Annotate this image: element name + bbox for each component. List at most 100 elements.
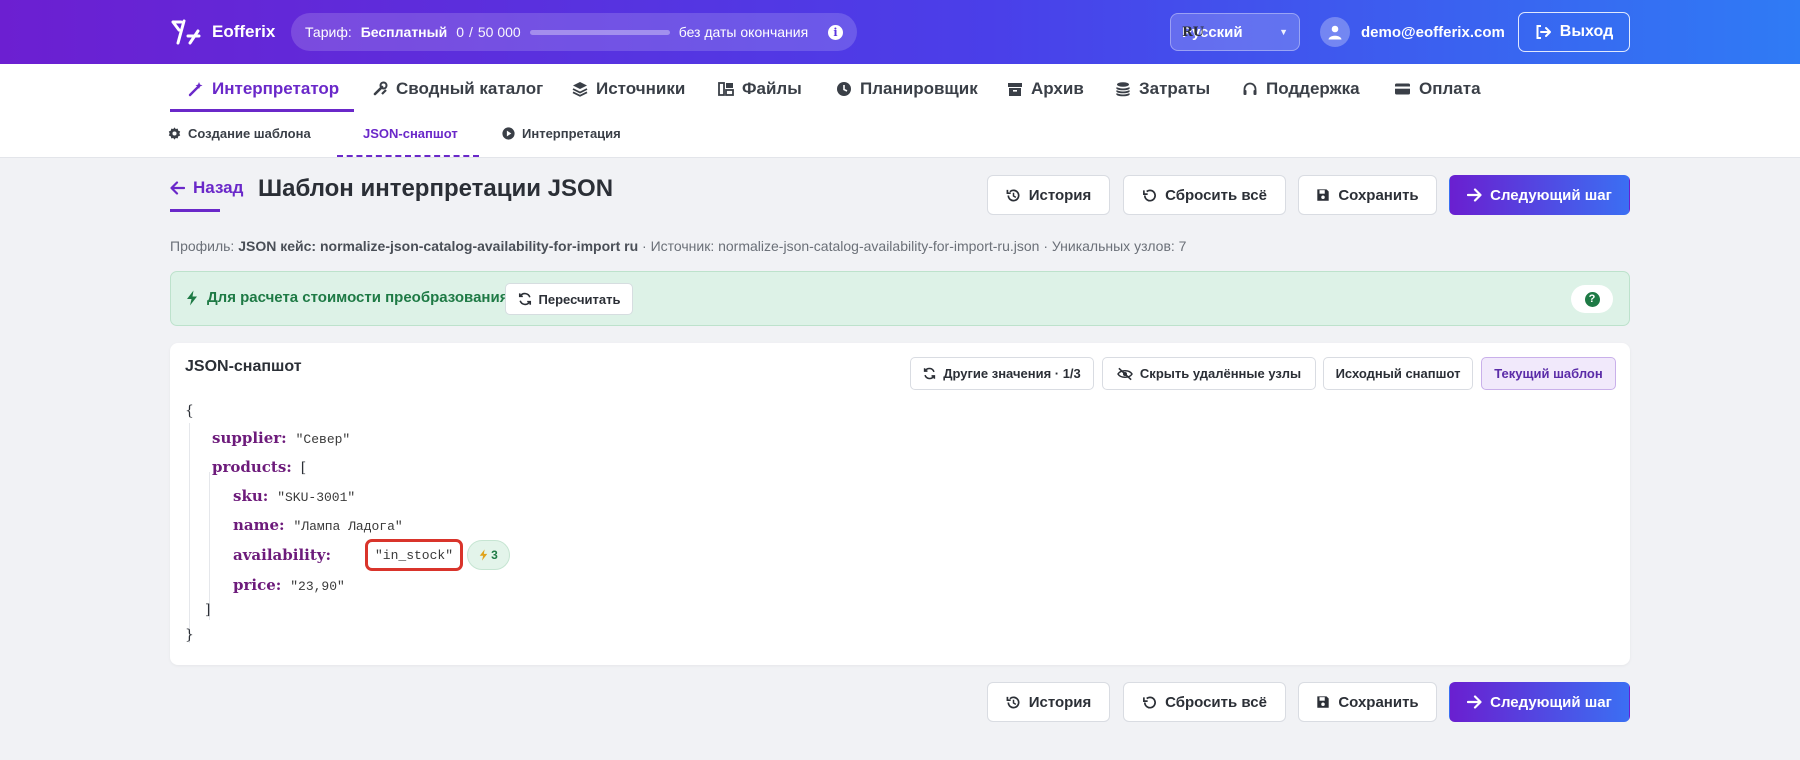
json-value[interactable]: "Лампа Ладога" — [293, 519, 402, 534]
nav-label: Поддержка — [1266, 78, 1360, 98]
reset-all-label: Сбросить всё — [1165, 693, 1267, 711]
nav-label: Источники — [596, 78, 686, 98]
nav-item-support[interactable]: Поддержка — [1242, 64, 1360, 113]
folders-icon — [718, 81, 734, 97]
undo-icon — [1142, 695, 1157, 710]
next-step-button[interactable]: Следующий шаг — [1449, 175, 1630, 215]
history-label: История — [1028, 693, 1092, 711]
history-button[interactable]: История — [987, 175, 1110, 215]
other-values-label: Другие значения · 1/3 — [943, 366, 1081, 381]
history-icon — [1006, 188, 1021, 203]
help-button[interactable]: ? — [1571, 285, 1613, 313]
nav-item-archive[interactable]: Архив — [1007, 64, 1084, 113]
history-label: История — [1028, 186, 1092, 204]
hide-deleted-nodes-button[interactable]: Скрыть удалённые узлы — [1102, 357, 1316, 390]
undo-icon — [1142, 188, 1157, 203]
reset-all-button-bottom[interactable]: Сбросить всё — [1123, 682, 1286, 722]
json-value[interactable]: "SKU-3001" — [277, 490, 355, 505]
profile-value: JSON кейс: normalize-json-catalog-availa… — [238, 238, 639, 254]
arrow-left-icon — [170, 181, 185, 195]
current-template-label: Текущий шаблон — [1494, 366, 1603, 381]
user-menu[interactable]: demo@eofferix.com — [1320, 17, 1505, 47]
tab-label: JSON-снапшот — [363, 126, 458, 141]
nav-item-sources[interactable]: Источники — [572, 64, 685, 113]
logout-icon — [1535, 24, 1552, 40]
cost-banner: Для расчета стоимости преобразования Пер… — [170, 271, 1630, 326]
save-icon — [1316, 695, 1330, 709]
tree-guide — [189, 423, 190, 643]
language-code: RU — [1182, 24, 1205, 40]
arrow-right-icon — [1467, 695, 1482, 709]
next-step-button-bottom[interactable]: Следующий шаг — [1449, 682, 1630, 722]
nav-item-costs[interactable]: Затраты — [1115, 64, 1210, 113]
archive-icon — [1007, 81, 1023, 97]
tariff-label: Тариф: — [305, 24, 352, 40]
question-icon: ? — [1584, 291, 1600, 307]
tab-label: Интерпретация — [522, 126, 621, 141]
card-title: JSON-снапшот — [185, 358, 302, 375]
original-snapshot-button[interactable]: Исходный снапшот — [1323, 357, 1473, 390]
top-bar: Eofferix Тариф: Бесплатный 0 / 50 000 бе… — [0, 0, 1800, 64]
history-icon — [1006, 695, 1021, 710]
tab-template-creation[interactable]: Создание шаблона — [168, 126, 311, 141]
variants-badge[interactable]: 3 — [467, 540, 510, 570]
nav-item-payment[interactable]: Оплата — [1394, 64, 1481, 113]
active-nav-indicator — [170, 109, 354, 112]
tab-interpretation[interactable]: Интерпретация — [502, 126, 621, 141]
reset-all-button[interactable]: Сбросить всё — [1123, 175, 1286, 215]
info-icon[interactable]: i — [828, 24, 843, 40]
save-button-bottom[interactable]: Сохранить — [1298, 682, 1437, 722]
nav-label: Архив — [1031, 78, 1084, 98]
current-template-button[interactable]: Текущий шаблон — [1481, 357, 1616, 390]
json-key: products: — [212, 458, 292, 476]
logout-label: Выход — [1559, 23, 1614, 40]
nav-item-scheduler[interactable]: Планировщик — [836, 64, 978, 113]
active-tab-indicator — [337, 155, 479, 157]
json-key: price: — [233, 576, 282, 594]
brand-logo[interactable]: Eofferix — [170, 17, 275, 47]
play-icon — [502, 127, 515, 140]
recalculate-button[interactable]: Пересчитать — [505, 283, 633, 315]
hide-deleted-label: Скрыть удалённые узлы — [1139, 366, 1302, 381]
lightning-icon — [479, 549, 488, 561]
history-button-bottom[interactable]: История — [987, 682, 1110, 722]
json-value[interactable]: "Север" — [296, 432, 351, 447]
original-snapshot-label: Исходный снапшот — [1335, 366, 1461, 381]
nav-label: Сводный каталог — [396, 78, 544, 98]
clock-icon — [836, 81, 852, 97]
gear-icon — [168, 127, 181, 140]
next-step-label: Следующий шаг — [1490, 186, 1612, 204]
tariff-limit: 50 000 — [477, 24, 521, 40]
selected-json-value[interactable]: "in_stock" — [365, 539, 463, 571]
logout-button[interactable]: Выход — [1518, 12, 1630, 52]
eye-slash-icon — [1117, 367, 1133, 381]
json-value[interactable]: "23,90" — [290, 579, 345, 594]
json-open-brace: { — [185, 403, 194, 419]
brand-name: Eofferix — [212, 22, 276, 41]
tools-icon — [372, 81, 388, 97]
save-icon — [1316, 188, 1330, 202]
next-step-label: Следующий шаг — [1490, 693, 1612, 711]
nav-item-files[interactable]: Файлы — [718, 64, 802, 113]
save-button[interactable]: Сохранить — [1298, 175, 1437, 215]
cost-banner-text: Для расчета стоимости преобразования — [207, 289, 509, 306]
nav-item-interpreter[interactable]: Интерпретатор — [188, 64, 339, 113]
json-line-sku: sku: "SKU-3001" — [233, 487, 355, 505]
nav-item-summary-catalog[interactable]: Сводный каталог — [372, 64, 543, 113]
nav-label: Файлы — [742, 78, 802, 98]
save-label: Сохранить — [1338, 693, 1419, 711]
json-key: supplier: — [212, 429, 287, 447]
other-values-button[interactable]: Другие значения · 1/3 — [910, 357, 1094, 390]
back-underline — [170, 209, 220, 212]
main-nav: Интерпретатор Сводный каталог Источники … — [0, 64, 1800, 113]
json-line-name: name: "Лампа Ладога" — [233, 516, 403, 534]
back-link[interactable]: Назад — [170, 178, 243, 198]
user-icon — [1320, 17, 1350, 47]
cycle-icon — [923, 367, 936, 380]
nav-label: Планировщик — [860, 78, 978, 98]
tab-json-snapshot[interactable]: JSON-снапшот — [363, 126, 458, 141]
language-select[interactable]: RU Русский ▼ — [1170, 13, 1300, 51]
tariff-expiry: без даты окончания — [678, 24, 809, 40]
json-line-supplier: supplier: "Север" — [212, 429, 350, 447]
reset-all-label: Сбросить всё — [1165, 186, 1267, 204]
